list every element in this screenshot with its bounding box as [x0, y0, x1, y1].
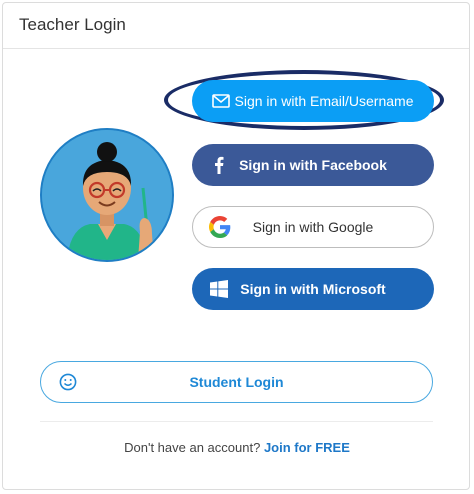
signup-text: Don't have an account?: [124, 440, 261, 455]
card-header: Teacher Login: [3, 3, 469, 49]
email-signin-button[interactable]: Sign in with Email/Username: [192, 80, 434, 122]
email-signin-label: Sign in with Email/Username: [234, 93, 414, 109]
teacher-avatar: [40, 128, 174, 262]
facebook-signin-button[interactable]: Sign in with Facebook: [192, 144, 434, 186]
divider: [40, 421, 433, 422]
signup-prompt: Don't have an account? Join for FREE: [0, 440, 474, 455]
windows-icon: [208, 278, 230, 300]
google-signin-label: Sign in with Google: [252, 219, 374, 235]
google-signin-button[interactable]: Sign in with Google: [192, 206, 434, 248]
facebook-icon: [208, 154, 230, 176]
microsoft-signin-button[interactable]: Sign in with Microsoft: [192, 268, 434, 310]
student-login-label: Student Login: [189, 374, 284, 390]
student-login-button[interactable]: Student Login: [40, 361, 433, 403]
microsoft-signin-label: Sign in with Microsoft: [240, 281, 386, 297]
envelope-icon: [210, 90, 232, 112]
smiley-icon: [59, 373, 77, 391]
page-title: Teacher Login: [19, 15, 126, 34]
facebook-signin-label: Sign in with Facebook: [239, 157, 387, 173]
join-free-link[interactable]: Join for FREE: [264, 440, 350, 455]
google-icon: [209, 216, 231, 238]
